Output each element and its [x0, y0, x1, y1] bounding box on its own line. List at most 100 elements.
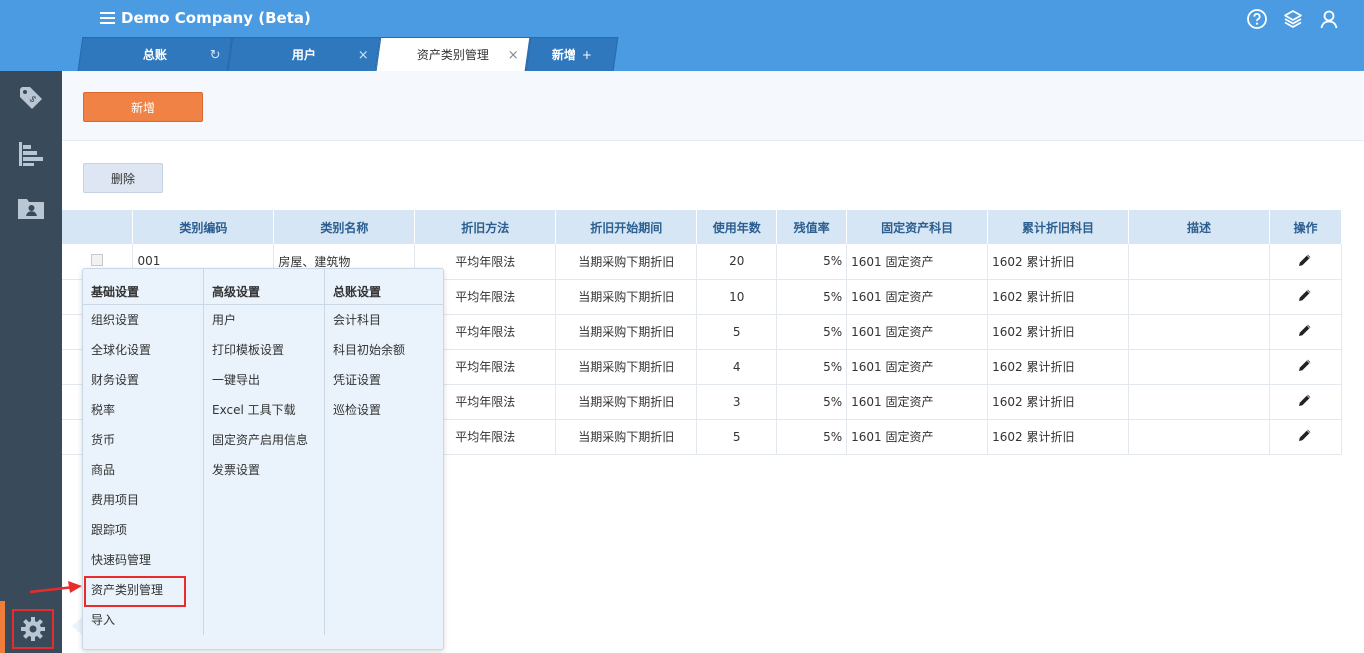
company-title[interactable]: Demo Company (Beta): [121, 9, 311, 27]
header-start[interactable]: 折旧开始期间: [555, 210, 698, 244]
menu-item-opening-balance[interactable]: 科目初始余额: [325, 335, 443, 365]
menu-item-expense[interactable]: 费用项目: [83, 485, 203, 515]
cell-actions: [1269, 384, 1343, 420]
menu-item-org[interactable]: 组织设置: [83, 305, 203, 335]
menu-item-print-template[interactable]: 打印模板设置: [204, 335, 324, 365]
cell-dep-account: 1602 累计折旧: [987, 419, 1130, 455]
cell-desc: [1128, 419, 1270, 455]
cell-actions: [1269, 349, 1343, 385]
cell-years: 4: [696, 349, 778, 385]
delete-button[interactable]: 删除: [83, 163, 163, 193]
table-header-row: 类别编码 类别名称 折旧方法 折旧开始期间 使用年数 残值率 固定资产科目 累计…: [62, 210, 1343, 244]
cell-desc: [1128, 279, 1270, 315]
top-header: Demo Company (Beta) 总账 ↻ 用户 × 资产类别管理 × 新…: [0, 0, 1364, 71]
settings-column-ledger: 总账设置 会计科目 科目初始余额 凭证设置 巡检设置: [324, 269, 443, 635]
cell-actions: [1269, 279, 1343, 315]
cell-years: 5: [696, 314, 778, 350]
cell-start: 当期采购下期折旧: [555, 384, 698, 420]
menu-item-excel-tool[interactable]: Excel 工具下载: [204, 395, 324, 425]
row-checkbox[interactable]: [91, 253, 104, 266]
menu-item-quickcode[interactable]: 快速码管理: [83, 545, 203, 575]
brand[interactable]: Demo Company (Beta): [100, 9, 311, 27]
cell-residual: 5%: [776, 349, 848, 385]
cell-years: 10: [696, 279, 778, 315]
edit-pencil-icon[interactable]: [1298, 253, 1312, 270]
cell-start: 当期采购下期折旧: [555, 244, 698, 280]
cell-asset-account: 1601 固定资产: [846, 279, 989, 315]
cell-years: 3: [696, 384, 778, 420]
bar-chart-icon[interactable]: [16, 139, 46, 169]
header-residual[interactable]: 残值率: [776, 210, 848, 244]
cell-desc: [1128, 244, 1270, 280]
plus-icon: +: [581, 47, 592, 62]
tab-asset-category[interactable]: 资产类别管理 ×: [375, 37, 531, 71]
layers-icon[interactable]: [1282, 8, 1304, 30]
cell-start: 当期采购下期折旧: [555, 314, 698, 350]
header-dep-account[interactable]: 累计折旧科目: [987, 210, 1130, 244]
header-actions: [1246, 8, 1340, 30]
cell-residual: 5%: [776, 384, 848, 420]
menu-item-tax[interactable]: 税率: [83, 395, 203, 425]
tab-label: 资产类别管理: [416, 48, 489, 62]
left-sidebar: $: [0, 71, 62, 653]
price-tag-icon[interactable]: $: [16, 83, 46, 113]
cell-asset-account: 1601 固定资产: [846, 244, 989, 280]
edit-pencil-icon[interactable]: [1298, 428, 1312, 445]
highlight-annotation: [84, 576, 186, 607]
header-code[interactable]: 类别编码: [132, 210, 275, 244]
cell-years: 20: [696, 244, 778, 280]
menu-item-global[interactable]: 全球化设置: [83, 335, 203, 365]
menu-item-goods[interactable]: 商品: [83, 455, 203, 485]
cell-start: 当期采购下期折旧: [555, 419, 698, 455]
tab-users[interactable]: 用户 ×: [227, 37, 381, 71]
menu-item-finance[interactable]: 财务设置: [83, 365, 203, 395]
menu-item-asset-enable[interactable]: 固定资产启用信息: [204, 425, 324, 455]
cell-actions: [1269, 419, 1343, 455]
menu-item-accounts[interactable]: 会计科目: [325, 305, 443, 335]
gear-icon: [21, 617, 45, 641]
settings-menu: 基础设置 组织设置 全球化设置 财务设置 税率 货币 商品 费用项目 跟踪项 快…: [82, 268, 444, 650]
menu-item-tracking[interactable]: 跟踪项: [83, 515, 203, 545]
tab-new[interactable]: 新增 +: [525, 37, 619, 71]
header-actions: 操作: [1269, 210, 1343, 244]
cell-asset-account: 1601 固定资产: [846, 419, 989, 455]
user-icon[interactable]: [1318, 8, 1340, 30]
header-name[interactable]: 类别名称: [273, 210, 416, 244]
edit-pencil-icon[interactable]: [1298, 323, 1312, 340]
edit-pencil-icon[interactable]: [1298, 358, 1312, 375]
close-icon[interactable]: ×: [358, 48, 369, 63]
header-asset-account[interactable]: 固定资产科目: [846, 210, 989, 244]
refresh-icon[interactable]: ↻: [210, 48, 221, 63]
folder-user-icon[interactable]: [16, 193, 46, 223]
cell-actions: [1269, 314, 1343, 350]
tab-label: 新增: [551, 48, 576, 62]
column-title: 总账设置: [325, 269, 443, 305]
edit-pencil-icon[interactable]: [1298, 393, 1312, 410]
header-years[interactable]: 使用年数: [696, 210, 778, 244]
tab-general-ledger[interactable]: 总账 ↻: [77, 37, 233, 71]
toolbar: 新增: [62, 71, 1364, 141]
settings-column-advanced: 高级设置 用户 打印模板设置 一键导出 Excel 工具下载 固定资产启用信息 …: [203, 269, 324, 635]
active-indicator: [0, 601, 5, 653]
cell-desc: [1128, 314, 1270, 350]
help-icon[interactable]: [1246, 8, 1268, 30]
header-desc[interactable]: 描述: [1128, 210, 1270, 244]
menu-item-export[interactable]: 一键导出: [204, 365, 324, 395]
menu-item-currency[interactable]: 货币: [83, 425, 203, 455]
cell-dep-account: 1602 累计折旧: [987, 279, 1130, 315]
menu-item-users[interactable]: 用户: [204, 305, 324, 335]
menu-item-voucher[interactable]: 凭证设置: [325, 365, 443, 395]
add-button[interactable]: 新增: [83, 92, 203, 122]
header-method[interactable]: 折旧方法: [414, 210, 557, 244]
menu-item-inspection[interactable]: 巡检设置: [325, 395, 443, 425]
cell-desc: [1128, 349, 1270, 385]
select-all-header: [62, 210, 134, 244]
menu-item-import[interactable]: 导入: [83, 605, 203, 635]
cell-asset-account: 1601 固定资产: [846, 349, 989, 385]
cell-dep-account: 1602 累计折旧: [987, 349, 1130, 385]
close-icon[interactable]: ×: [508, 48, 519, 63]
menu-icon[interactable]: [100, 12, 115, 24]
edit-pencil-icon[interactable]: [1298, 288, 1312, 305]
settings-button[interactable]: [12, 609, 54, 649]
menu-item-invoice[interactable]: 发票设置: [204, 455, 324, 485]
